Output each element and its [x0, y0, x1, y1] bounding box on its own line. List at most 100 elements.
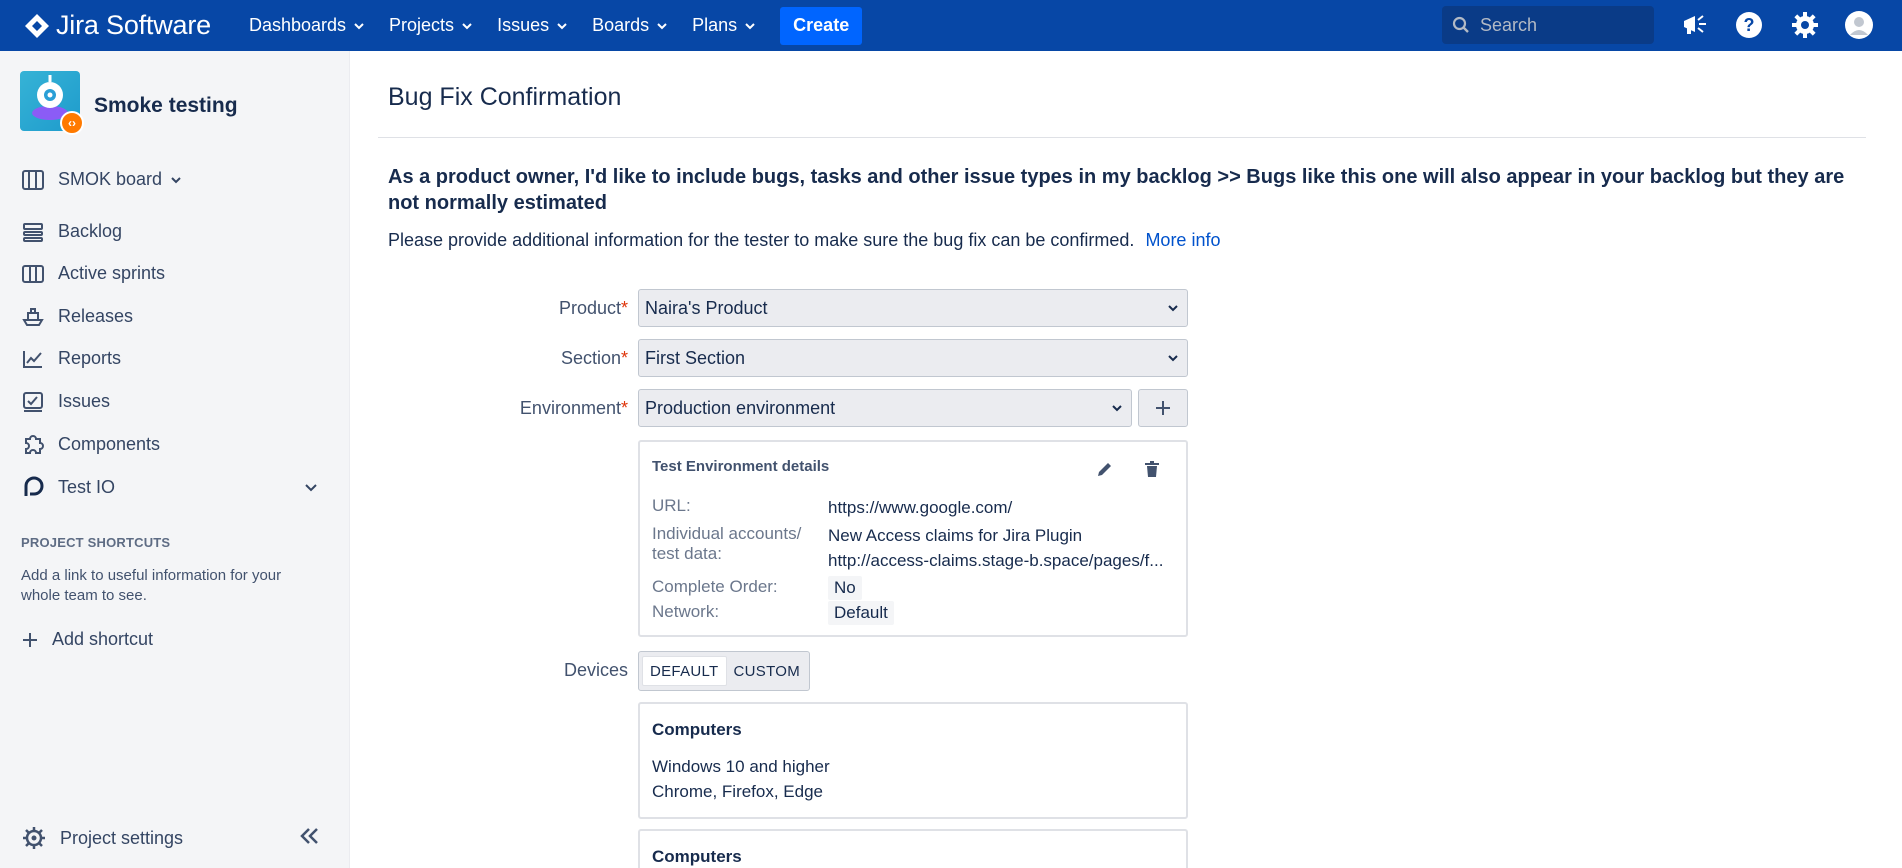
sidebar-item-label: Components: [58, 433, 161, 454]
chevron-down-icon: [1168, 305, 1178, 312]
project-type-badge: ‹›: [60, 111, 84, 135]
accounts-key-line1: Individual accounts/: [652, 524, 802, 543]
sidebar-item-test-io[interactable]: Test IO: [22, 476, 318, 498]
device-card: Computers Windows 10 and higher Chrome, …: [638, 702, 1188, 819]
more-info-link[interactable]: More info: [1145, 230, 1220, 250]
complete-order-value: No: [828, 576, 862, 600]
project-settings-label: Project settings: [60, 827, 184, 848]
sidebar-item-issues[interactable]: Issues: [22, 391, 110, 412]
nav-boards[interactable]: Boards: [592, 15, 668, 36]
sidebar-item-label: Test IO: [58, 476, 116, 497]
backlog-icon: [23, 222, 43, 242]
chevron-down-icon: [557, 22, 567, 29]
page-title: Bug Fix Confirmation: [388, 83, 622, 111]
top-navigation: Jira Software Dashboards Projects Issues…: [0, 0, 1902, 51]
device-card-title: Computers: [652, 847, 742, 866]
environment-value: Production environment: [645, 397, 836, 418]
url-key: URL:: [652, 496, 691, 515]
issues-icon: [23, 391, 43, 412]
board-columns-icon: [22, 264, 44, 283]
product-select[interactable]: Naira's Product: [638, 289, 1188, 327]
chevron-down-icon: [462, 22, 472, 29]
sidebar-item-components[interactable]: Components: [22, 433, 160, 455]
help-icon[interactable]: ?: [1734, 10, 1764, 40]
sidebar-item-active-sprints[interactable]: Active sprints: [22, 263, 165, 284]
accounts-value-line2: http://access-claims.stage-b.space/pages…: [828, 551, 1164, 570]
chart-line-icon: [23, 350, 42, 368]
create-button[interactable]: Create: [780, 6, 863, 45]
network-value: Default: [828, 601, 894, 625]
svg-text:?: ?: [1744, 15, 1755, 35]
sidebar-item-label: Issues: [58, 391, 111, 411]
brand-name: Jira Software: [56, 10, 211, 40]
device-os: Windows 10 and higher: [652, 757, 830, 776]
gear-icon[interactable]: [1790, 10, 1820, 40]
instructions-label: Please provide additional information fo…: [388, 230, 1135, 250]
nav-issues[interactable]: Issues: [497, 15, 568, 36]
nav-plans[interactable]: Plans: [692, 15, 756, 36]
add-shortcut-button[interactable]: Add shortcut: [22, 629, 153, 650]
environment-select[interactable]: Production environment: [638, 389, 1132, 427]
add-shortcut-label: Add shortcut: [52, 629, 154, 649]
search-input[interactable]: Search: [1442, 6, 1654, 44]
avatar[interactable]: [1844, 10, 1874, 40]
title-divider: [378, 137, 1866, 138]
devices-label: Devices: [563, 660, 628, 680]
ship-icon: [22, 307, 44, 326]
sidebar-item-backlog[interactable]: Backlog: [22, 221, 122, 242]
testio-icon: [24, 476, 44, 496]
instructions-text: Please provide additional information fo…: [388, 230, 1220, 251]
sidebar-item-label: Reports: [58, 348, 122, 368]
jira-logo[interactable]: Jira Software: [24, 10, 211, 41]
gear-icon: [23, 827, 45, 849]
sidebar-item-reports[interactable]: Reports: [22, 348, 121, 369]
collapse-sidebar-icon[interactable]: [300, 827, 320, 850]
board-label: SMOK board: [58, 169, 163, 189]
project-sidebar: ‹› Smoke testing SMOK board Backlog Acti…: [0, 51, 350, 868]
sidebar-item-releases[interactable]: Releases: [22, 306, 133, 327]
chevron-down-icon: [1112, 405, 1122, 412]
complete-order-key: Complete Order:: [652, 577, 778, 596]
sidebar-item-label: Active sprints: [58, 263, 166, 283]
section-select[interactable]: First Section: [638, 339, 1188, 377]
environment-details-card: Test Environment details URL: https://ww…: [638, 440, 1188, 637]
nav-projects[interactable]: Projects: [389, 15, 473, 36]
project-shortcuts-help: Add a link to useful information for you…: [21, 567, 282, 604]
plus-icon: [1156, 401, 1170, 415]
device-browsers: Chrome, Firefox, Edge: [652, 782, 824, 801]
product-label: Product*: [558, 298, 628, 318]
project-settings-link[interactable]: Project settings: [22, 826, 183, 850]
product-value: Naira's Product: [645, 297, 768, 318]
chevron-down-icon: [657, 22, 667, 29]
project-avatar: ‹›: [20, 71, 84, 135]
search-placeholder: Search: [1480, 14, 1538, 35]
edit-icon[interactable]: [1093, 457, 1117, 481]
sidebar-item-label: Releases: [58, 306, 134, 326]
chevron-down-icon[interactable]: [304, 480, 318, 494]
plus-icon: [23, 632, 37, 647]
chevron-down-icon: [1168, 355, 1178, 362]
devices-toggle: DEFAULT CUSTOM: [638, 651, 810, 691]
accounts-key-line2: test data:: [652, 544, 722, 563]
trash-icon[interactable]: [1140, 457, 1164, 481]
jira-diamond-icon: [25, 13, 49, 38]
add-environment-button[interactable]: [1138, 389, 1188, 427]
device-card: Computers: [638, 829, 1188, 868]
nav-dashboards[interactable]: Dashboards: [249, 15, 365, 36]
devices-default-button[interactable]: DEFAULT: [642, 656, 727, 686]
project-name: Smoke testing: [94, 94, 238, 117]
project-header[interactable]: ‹› Smoke testing: [20, 71, 238, 135]
network-key: Network:: [652, 602, 720, 621]
devices-custom-button[interactable]: CUSTOM: [727, 656, 808, 686]
chevron-down-icon: [745, 22, 755, 29]
project-shortcuts-heading: PROJECT SHORTCUTS: [21, 535, 171, 550]
section-value: First Section: [645, 347, 746, 368]
board-switcher[interactable]: SMOK board: [22, 169, 182, 190]
device-card-title: Computers: [652, 720, 742, 739]
environment-label: Environment*: [519, 398, 628, 418]
accounts-value-line1: New Access claims for Jira Plugin: [828, 526, 1083, 545]
megaphone-icon[interactable]: [1680, 10, 1710, 40]
section-label: Section*: [560, 348, 628, 368]
sidebar-item-label: Backlog: [58, 221, 123, 241]
search-icon: [1452, 16, 1469, 33]
